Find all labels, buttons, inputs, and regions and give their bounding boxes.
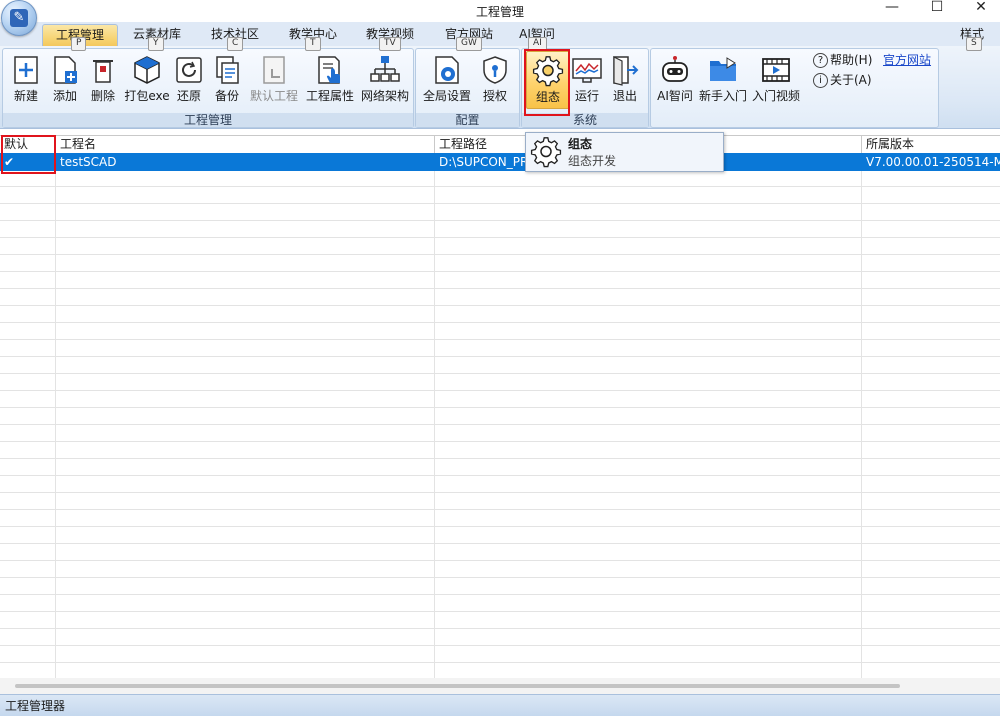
global-settings-icon [435,56,459,84]
keytip-s: S [966,37,982,51]
tooltip-description: 组态开发 [568,154,617,168]
status-bar: 工程管理器 [0,694,1000,716]
keytip-p: P [71,37,87,51]
group-label-project: 工程管理 [3,113,413,127]
minimize-button[interactable]: — [875,0,909,18]
scrollbar-thumb[interactable] [15,684,900,688]
intro-video-button[interactable]: 入门视频 [749,51,803,107]
title-bar: 工程管理 — ☐ ✕ [0,0,1000,22]
project-name-cell: testSCAD [60,155,117,169]
tooltip-title: 组态 [568,137,593,151]
project-properties-button[interactable]: 工程属性 [303,51,357,107]
about-button[interactable]: i 关于(A) [813,71,872,89]
beginner-guide-button[interactable]: 新手入门 [697,51,749,107]
grid-column-divider [55,153,56,678]
official-site-link[interactable]: 官方网站 [883,51,931,69]
group-help: AI智问 新手入门 入门视频 ? 帮助(H) i 关于(A) 官方网站 [650,48,939,128]
col-project-name[interactable]: 工程名 [56,136,435,153]
package-icon [134,56,160,84]
pack-exe-button[interactable]: 打包exe [123,51,171,107]
col-version[interactable]: 所属版本 [862,136,1000,153]
highlight-configure [524,49,570,116]
ai-ask-button[interactable]: AI智问 [653,51,697,107]
info-icon: i [813,73,828,88]
ribbon: 新建 添加 删除 打包exe 还原 备份 默认工程 工程属性 网络架构 工程管理… [0,46,1000,129]
default-project-button[interactable]: 默认工程 [247,51,301,107]
restore-button[interactable]: 还原 [171,51,207,107]
add-button[interactable]: 添加 [47,51,83,107]
app-menu-button[interactable]: ✎ [1,0,37,36]
grid-header: 默认 工程名 工程路径 所属版本 [0,135,1000,154]
shield-icon [483,56,507,84]
restore-icon [176,57,202,83]
close-button[interactable]: ✕ [964,0,998,18]
exit-icon [613,56,639,86]
version-cell: V7.00.00.01-250514-M [866,155,1000,169]
backup-icon [216,56,239,84]
group-config: 全局设置 授权 配置 [415,48,520,128]
folder-guide-icon [710,57,736,81]
trash-icon [93,60,113,83]
status-text: 工程管理器 [5,699,66,713]
keytip-c: C [227,37,244,51]
gear-icon [530,137,562,168]
global-settings-button[interactable]: 全局设置 [420,51,474,107]
robot-icon [662,56,688,82]
help-button[interactable]: ? 帮助(H) [813,51,872,69]
maximize-button[interactable]: ☐ [920,0,954,18]
grid-column-divider [861,153,862,678]
network-icon [370,56,400,82]
delete-button[interactable]: 删除 [85,51,121,107]
keytip-gw: GW [456,37,482,51]
new-icon [14,56,38,84]
wrench-icon: ✎ [10,9,28,27]
grid-column-divider [434,153,435,678]
group-project-management: 新建 添加 删除 打包exe 还原 备份 默认工程 工程属性 网络架构 工程管理 [2,48,414,128]
horizontal-scrollbar[interactable] [0,678,1000,694]
keytip-y: Y [148,37,164,51]
question-icon: ? [813,53,828,68]
group-label-config: 配置 [416,113,519,127]
license-button[interactable]: 授权 [476,51,514,107]
default-project-icon [263,56,285,84]
exit-button[interactable]: 退出 [606,51,644,107]
backup-button[interactable]: 备份 [209,51,245,107]
video-icon [762,58,790,82]
configure-tooltip: 组态 组态开发 [525,132,724,172]
grid-body [0,153,1000,678]
keytip-t: T [305,37,321,51]
add-icon [54,56,77,84]
keytip-tv: TV [379,37,401,51]
run-button[interactable]: 运行 [568,51,606,107]
new-button[interactable]: 新建 [7,51,45,107]
highlight-default-column [1,135,56,174]
run-monitor-icon [572,58,602,83]
network-architecture-button[interactable]: 网络架构 [359,51,411,107]
properties-icon [318,56,340,84]
table-row[interactable]: ✔ testSCAD D:\SUPCON_PR V7.00.00.01-2505… [0,153,1000,171]
window-title: 工程管理 [475,5,524,19]
